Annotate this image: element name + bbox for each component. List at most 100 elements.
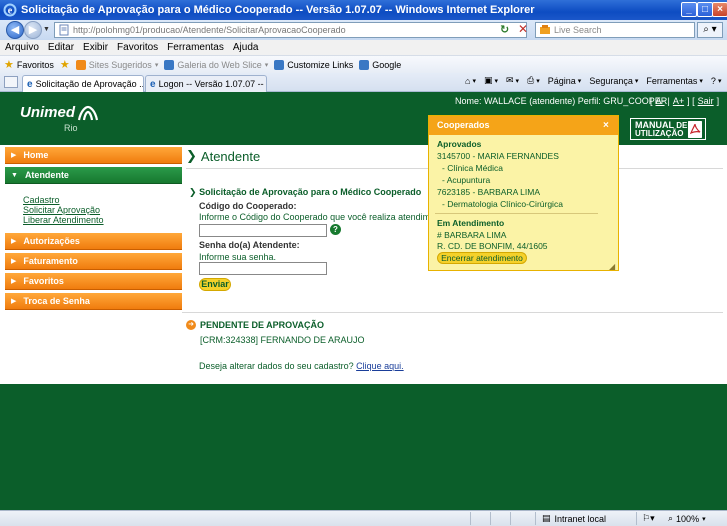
font-smaller-link[interactable]: A- <box>656 96 665 106</box>
favorites-button[interactable]: ★ Favoritos <box>4 58 54 71</box>
end-attendance-button[interactable]: Encerrar atendimento <box>437 252 527 264</box>
approved-cooperado[interactable]: 7623185 - BARBARA LIMA <box>437 187 540 197</box>
pending-approval-title: ➜ PENDENTE DE APROVAÇÃO <box>186 320 324 330</box>
attending-address: R. CD. DE BONFIM, 44/1605 <box>437 241 548 251</box>
customize-links-link[interactable]: Customize Links <box>274 59 353 70</box>
ie-logo-icon: e <box>3 3 17 17</box>
home-button[interactable]: ⌂ ▾ <box>465 76 476 86</box>
live-search-icon <box>540 25 550 34</box>
sidebar-item-atendente[interactable]: ▼ Atendente <box>5 167 182 184</box>
tab-logon[interactable]: e Logon -- Versão 1.07.07 -- <box>145 75 267 92</box>
feeds-button[interactable]: ▣ ▾ <box>484 75 498 86</box>
stop-icon[interactable]: ✕ <box>518 22 528 36</box>
sidebar-item-faturamento[interactable]: ▶ Faturamento <box>5 253 182 270</box>
add-favorite-button[interactable]: ★ <box>60 58 70 71</box>
sidebar-item-autorizacoes[interactable]: ▶ Autorizações <box>5 233 182 250</box>
search-placeholder: Live Search <box>554 25 602 35</box>
intranet-icon: ▤ <box>542 513 551 523</box>
menu-editar[interactable]: Editar <box>48 42 74 53</box>
attending-name: # BARBARA LIMA <box>437 230 507 240</box>
popup-title: Cooperados <box>429 116 618 135</box>
help-circle-icon: ? <box>710 75 716 86</box>
unimed-logo[interactable]: Unimed <box>20 104 75 121</box>
recent-pages-dropdown-icon[interactable]: ▼ <box>43 26 50 33</box>
svg-text:e: e <box>8 6 13 17</box>
status-bar: ▤ Intranet local ⚐▾ ⌕ 100% ▾ <box>0 510 727 526</box>
menu-ferramentas[interactable]: Ferramentas <box>167 42 224 53</box>
refresh-icon[interactable]: ↻ <box>500 23 509 36</box>
ie-page-icon: e <box>150 78 156 90</box>
triangle-right-icon: ▶ <box>11 298 17 305</box>
protected-mode-icon[interactable]: ⚐▾ <box>642 513 655 524</box>
feeds-icon: ▣ <box>483 75 493 85</box>
attendant-password-input[interactable] <box>199 262 327 275</box>
resize-grip-icon[interactable]: ◢ <box>609 262 615 271</box>
logout-link[interactable]: Sair <box>698 96 714 106</box>
menu-ajuda[interactable]: Ajuda <box>233 42 259 53</box>
web-page: Unimed Rio Nome: WALLACE (atendente) Per… <box>0 92 727 510</box>
submenu-solicitar-aprovacao[interactable]: Solicitar Aprovação <box>23 205 182 215</box>
approved-cooperado[interactable]: 3145700 - MARIA FERNANDES <box>437 151 559 161</box>
cooperado-code-hint: Informe o Código do Cooperado que você r… <box>199 212 451 222</box>
triangle-right-icon: ▶ <box>11 278 17 285</box>
specialty-item: - Clínica Médica <box>442 163 503 173</box>
ie-page-icon: e <box>27 78 33 90</box>
link-page-icon <box>274 59 285 70</box>
mail-button[interactable]: ✉ ▾ <box>506 75 519 86</box>
cooperado-code-input[interactable] <box>199 224 327 237</box>
suggested-sites-link[interactable]: Sites Sugeridos ▾ <box>75 59 158 70</box>
font-larger-link[interactable]: A+ <box>673 96 684 106</box>
help-icon[interactable]: ? <box>330 224 341 235</box>
attendant-password-hint: Informe sua senha. <box>199 252 277 262</box>
google-page-icon <box>359 59 370 70</box>
favorites-bar: ★ Favoritos ★ Sites Sugeridos ▾ Galeria do… <box>0 55 727 73</box>
maximize-button[interactable]: □ <box>697 2 713 17</box>
help-button[interactable]: ? ▾ <box>711 76 722 86</box>
search-input[interactable]: Live Search <box>535 22 695 38</box>
submenu-cadastro[interactable]: Cadastro <box>23 195 182 205</box>
window-title: Solicitação de Aprovação para o Médico C… <box>21 4 535 16</box>
approved-heading: Aprovados <box>437 139 482 149</box>
attendant-password-label: Senha do(a) Atendente: <box>199 240 300 250</box>
sidebar-item-troca-de-senha[interactable]: ▶ Troca de Senha <box>5 293 182 310</box>
triangle-right-icon: ▶ <box>11 152 17 159</box>
print-button[interactable]: ⎙ ▾ <box>527 75 540 86</box>
zoom-control[interactable]: ⌕ 100% ▾ <box>668 513 706 524</box>
address-row: ◀ ▶ ▼ http://polohmg01/producao/Atendent… <box>0 20 727 40</box>
back-button[interactable]: ◀ <box>6 21 24 39</box>
page-title: ❯ Atendente <box>186 148 261 164</box>
submit-button[interactable]: Enviar <box>199 278 231 291</box>
forward-button[interactable]: ▶ <box>24 21 42 39</box>
cooperado-code-label: Código do Cooperado: <box>199 201 297 211</box>
sidebar-item-favoritos[interactable]: ▶ Favoritos <box>5 273 182 290</box>
sidebar-item-home[interactable]: ▶ Home <box>5 147 182 164</box>
close-icon[interactable]: × <box>603 116 609 135</box>
address-url[interactable]: http://polohmg01/producao/Atendente/Soli… <box>73 25 346 35</box>
minimize-button[interactable]: _ <box>681 2 697 17</box>
suggested-sites-icon <box>75 59 86 70</box>
google-link[interactable]: Google <box>359 59 401 70</box>
security-menu[interactable]: Segurança ▾ <box>589 76 638 86</box>
user-manual-button[interactable]: MANUAL DE UTILIZAÇÃO <box>630 118 706 140</box>
menu-exibir[interactable]: Exibir <box>83 42 108 53</box>
submenu-liberar-atendimento[interactable]: Liberar Atendimento <box>23 215 182 225</box>
pending-item: [CRM:324338] FERNANDO DE ARAUJO <box>200 335 365 345</box>
page-menu[interactable]: Página ▾ <box>548 76 582 86</box>
menu-favoritos[interactable]: Favoritos <box>117 42 158 53</box>
close-window-button[interactable]: × <box>712 2 727 17</box>
search-button[interactable]: ⌕ ▾ <box>697 22 723 38</box>
divider <box>435 213 598 214</box>
webslice-icon <box>164 59 175 70</box>
menu-arquivo[interactable]: Arquivo <box>5 42 39 53</box>
page-icon <box>59 24 69 36</box>
quick-tabs-icon[interactable] <box>4 76 18 88</box>
address-bar[interactable]: http://polohmg01/producao/Atendente/Soli… <box>54 22 527 38</box>
logo-subtitle: Rio <box>64 123 78 133</box>
tools-menu[interactable]: Ferramentas ▾ <box>646 76 703 86</box>
tab-solicitacao[interactable]: eSolicitação de Aprovação ...✕ <box>22 75 144 92</box>
form-heading: ❯ Solicitação de Aprovação para o Médico… <box>189 187 422 197</box>
update-data-link[interactable]: Clique aqui. <box>356 361 404 371</box>
zoom-icon: ⌕ <box>668 513 674 523</box>
webslice-gallery-link[interactable]: Galeria do Web Slice ▾ <box>164 59 268 70</box>
header-links: [A- | A+] [Sair] <box>650 96 720 106</box>
